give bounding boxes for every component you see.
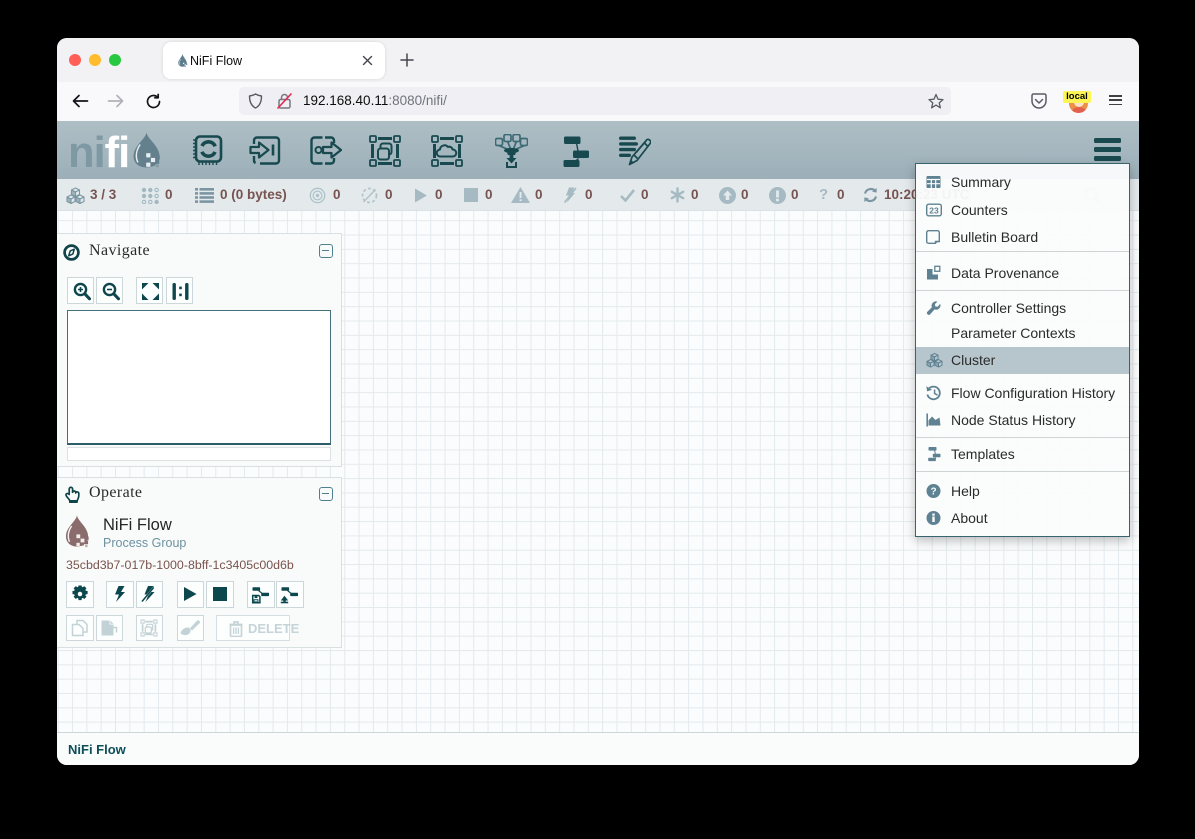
svg-text:?: ? xyxy=(930,486,936,497)
svg-text:23: 23 xyxy=(929,205,939,215)
